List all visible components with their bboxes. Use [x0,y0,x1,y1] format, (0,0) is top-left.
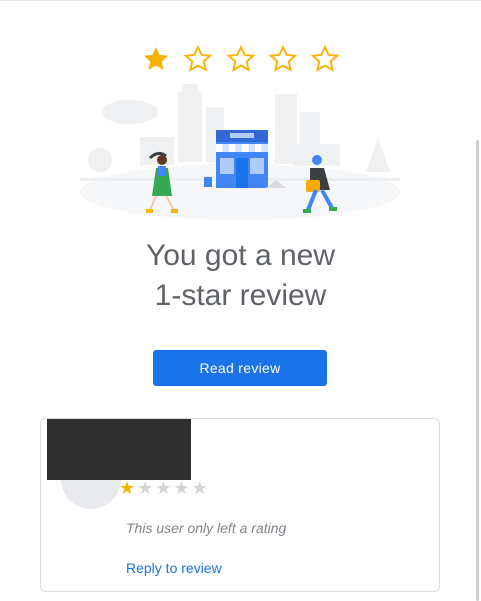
read-review-button[interactable]: Read review [153,350,327,386]
star-outline-icon [311,44,340,72]
star-outline-icon [183,44,213,72]
star-empty-icon: ★ [155,478,172,498]
redacted-reviewer-info [47,419,191,480]
headline-line-2: 1-star review [154,279,327,312]
rating-only-note: This user only left a rating [126,520,287,536]
star-filled-icon [143,47,168,70]
star-empty-icon: ★ [173,478,190,498]
star-empty-icon: ★ [137,478,154,498]
star-outline-icon [268,44,298,72]
storefront-illustration [80,84,400,220]
scrollbar[interactable] [476,140,479,601]
rating-stars [0,44,481,79]
top-divider [0,0,481,1]
star-empty-icon: ★ [191,478,208,498]
review-rating-stars: ★ ★ ★ ★ ★ [119,478,210,499]
star-filled-icon: ★ [119,478,136,498]
reply-to-review-link[interactable]: Reply to review [126,560,222,576]
headline-line-1: You got a new [145,239,336,272]
headline: You got a new 1-star review [0,236,481,316]
review-card: ★ ★ ★ ★ ★ This user only left a rating Reply… [40,418,440,592]
star-outline-icon [226,44,255,72]
